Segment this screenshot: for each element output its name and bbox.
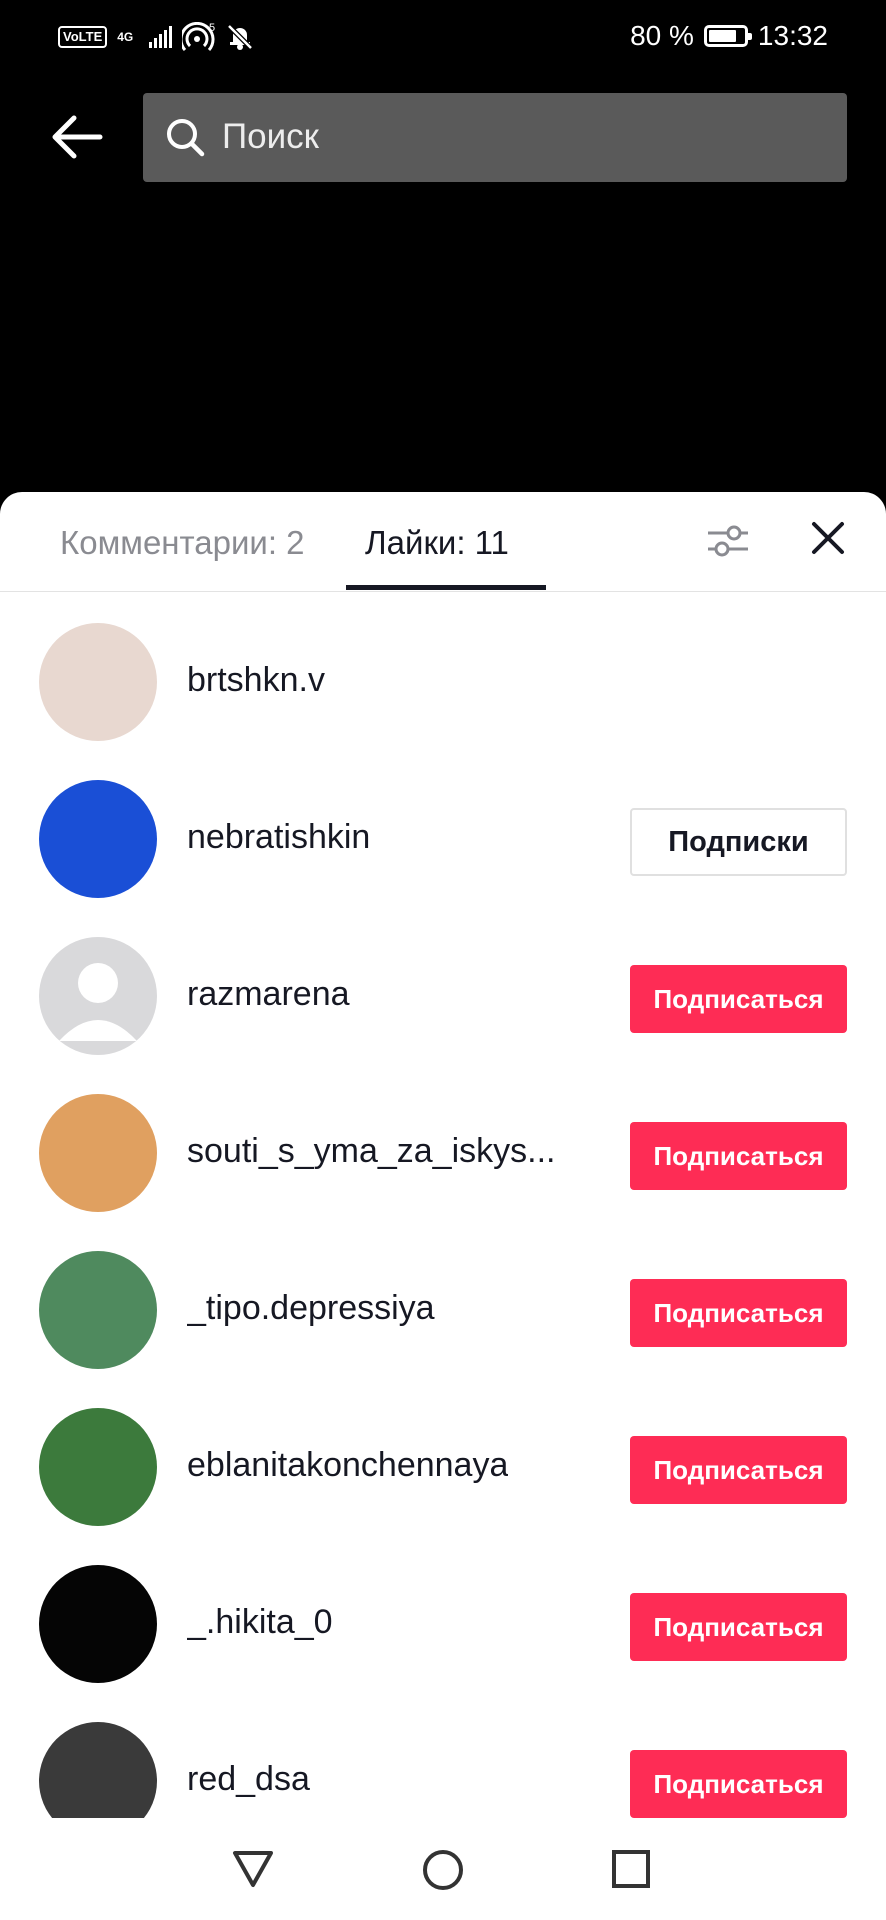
username[interactable]: nebratishkin: [187, 816, 370, 858]
tab-likes[interactable]: Лайки: 11: [365, 522, 509, 564]
tab-bar: Комментарии: 2 Лайки: 11: [0, 492, 886, 592]
username[interactable]: souti_s_yma_za_iskys...: [187, 1130, 556, 1172]
list-item[interactable]: _tipo.depressiya Подписаться: [0, 1219, 886, 1376]
list-item[interactable]: eblanitakonchennaya Подписаться: [0, 1376, 886, 1533]
follow-button[interactable]: Подписаться: [630, 1750, 847, 1818]
follow-button[interactable]: Подписаться: [630, 965, 847, 1033]
search-icon: [167, 119, 205, 157]
filter-sliders-icon[interactable]: [704, 518, 752, 564]
username[interactable]: eblanitakonchennaya: [187, 1444, 508, 1486]
clock: 13:32: [757, 20, 828, 51]
nav-home-icon[interactable]: [421, 1848, 465, 1892]
avatar[interactable]: [39, 937, 157, 1055]
battery-percent: 80 %: [630, 20, 694, 51]
signal-icon: [149, 26, 173, 48]
username[interactable]: razmarena: [187, 973, 350, 1015]
status-icons-left: VoLTE 4G 5: [58, 22, 254, 52]
avatar[interactable]: [39, 780, 157, 898]
search-placeholder: Поиск: [222, 117, 319, 156]
avatar[interactable]: [39, 1251, 157, 1369]
follow-button[interactable]: Подписаться: [630, 1436, 847, 1504]
follow-button[interactable]: Подписаться: [630, 1593, 847, 1661]
username[interactable]: _tipo.depressiya: [187, 1287, 435, 1329]
likes-sheet: Комментарии: 2 Лайки: 11 brtshkn.v nebrat…: [0, 492, 886, 1920]
mute-bell-icon: [227, 24, 254, 50]
following-button[interactable]: Подписки: [630, 808, 847, 876]
follow-button[interactable]: Подписаться: [630, 1122, 847, 1190]
search-input[interactable]: Поиск: [143, 93, 847, 182]
list-item[interactable]: brtshkn.v: [0, 591, 886, 748]
nav-recents-icon[interactable]: [610, 1848, 652, 1890]
svg-text:5: 5: [209, 22, 215, 34]
avatar[interactable]: [39, 623, 157, 741]
follow-button[interactable]: Подписаться: [630, 1279, 847, 1347]
username[interactable]: _.hikita_0: [187, 1601, 333, 1643]
hotspot-icon: 5: [182, 22, 215, 51]
close-icon[interactable]: [808, 518, 848, 558]
status-bar: VoLTE 4G 5 80 % 13:32: [0, 0, 886, 76]
volte-badge: VoLTE: [58, 26, 108, 48]
system-nav-bar: [0, 1818, 886, 1920]
avatar[interactable]: [39, 1094, 157, 1212]
network-type: 4G: [117, 30, 134, 44]
avatar[interactable]: [39, 1408, 157, 1526]
back-arrow-icon[interactable]: [48, 108, 106, 166]
list-item[interactable]: razmarena Подписаться: [0, 905, 886, 1062]
battery-icon: [703, 25, 752, 47]
default-avatar-icon: [59, 963, 137, 1041]
nav-back-icon[interactable]: [230, 1848, 276, 1890]
tab-comments[interactable]: Комментарии: 2: [60, 522, 305, 564]
list-item[interactable]: nebratishkin Подписки: [0, 748, 886, 905]
username[interactable]: red_dsa: [187, 1758, 310, 1800]
list-item[interactable]: souti_s_yma_za_iskys... Подписаться: [0, 1062, 886, 1219]
active-tab-indicator: [346, 585, 546, 590]
username[interactable]: brtshkn.v: [187, 659, 325, 701]
avatar[interactable]: [39, 1565, 157, 1683]
status-icons-right: 80 % 13:32: [630, 20, 828, 52]
list-item[interactable]: _.hikita_0 Подписаться: [0, 1533, 886, 1690]
